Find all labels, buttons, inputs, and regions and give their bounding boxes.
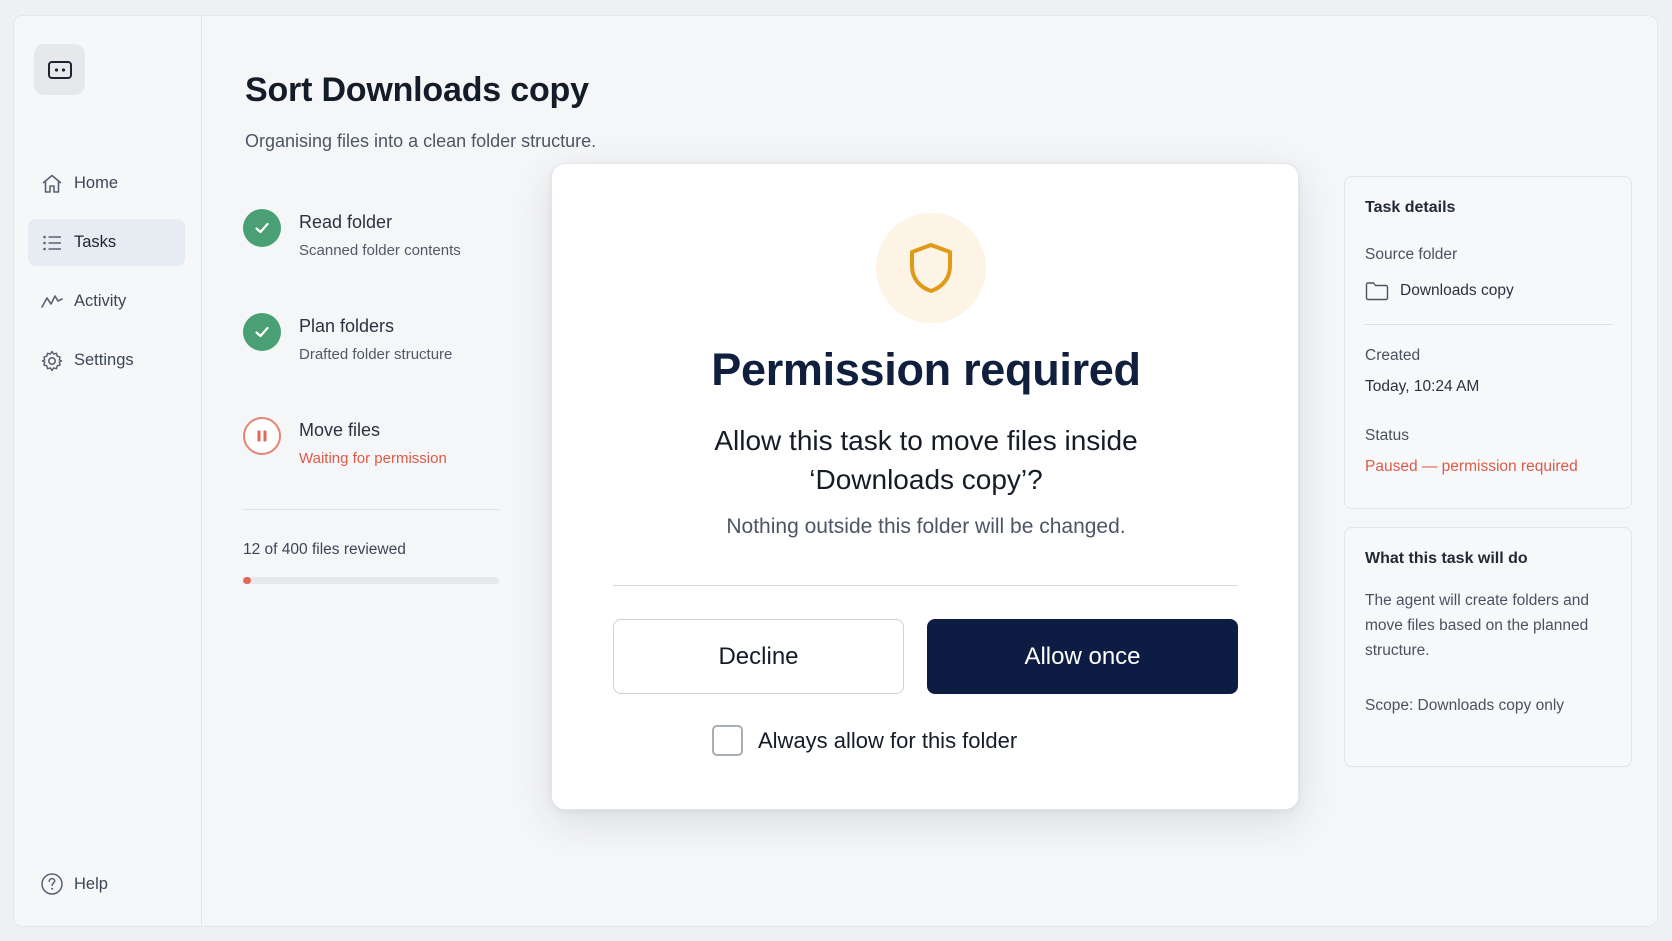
sidebar: Home Tasks Activity Settings Help [14, 16, 202, 926]
divider [613, 585, 1238, 586]
decline-button[interactable]: Decline [613, 619, 904, 694]
divider [1365, 324, 1613, 325]
pause-icon [257, 430, 267, 442]
step-label: Read folder [299, 212, 393, 232]
sidebar-item-tasks[interactable]: Tasks [28, 219, 185, 266]
task-steps: Read folder Scanned folder contents Plan… [243, 206, 501, 518]
created-label: Created [1365, 347, 1421, 364]
sidebar-item-settings[interactable]: Settings [28, 337, 185, 384]
dialog-body: Allow this task to move files inside ‘Do… [714, 425, 1138, 495]
task-description: The agent will create folders and move f… [1365, 592, 1590, 659]
sidebar-item-label: Tasks [74, 233, 117, 251]
status-value: Paused — permission required [1365, 458, 1578, 475]
source-folder-label: Source folder [1365, 246, 1458, 263]
shield-icon [910, 243, 952, 293]
activity-icon [41, 294, 63, 308]
help-button[interactable]: Help [40, 872, 108, 896]
source-folder-value: Downloads copy [1365, 281, 1514, 301]
shield-badge [876, 213, 986, 323]
created-value: Today, 10:24 AM [1365, 378, 1480, 395]
progress-bar-fill [243, 577, 251, 584]
page-subtitle: Organising files into a clean folder str… [245, 131, 597, 151]
source-folder-name: Downloads copy [1400, 282, 1514, 299]
step-status-paused [243, 417, 281, 455]
step-label: Plan folders [299, 316, 395, 336]
sidebar-item-label: Home [74, 174, 119, 192]
card-title: What this task will do [1365, 550, 1528, 567]
check-icon [255, 222, 269, 234]
app-logo[interactable] [34, 44, 85, 95]
check-icon [255, 326, 269, 338]
always-allow-label: Always allow for this folder [758, 727, 1018, 753]
progress-label: 12 of 400 files reviewed [243, 541, 406, 558]
sidebar-item-label: Activity [74, 292, 127, 310]
progress-bar [243, 577, 499, 584]
always-allow-checkbox[interactable] [712, 725, 743, 756]
dialog-title: Permission required [711, 344, 1141, 395]
sidebar-item-label: Settings [74, 351, 134, 369]
help-label: Help [74, 874, 108, 893]
status-label: Status [1365, 427, 1409, 444]
permission-dialog: Permission required Allow this task to m… [551, 163, 1299, 810]
app-logo-icon [47, 60, 72, 79]
home-icon [42, 174, 62, 193]
card-title: Task details [1365, 199, 1456, 216]
step-status-done [243, 209, 281, 247]
step-sub: Waiting for permission [299, 450, 447, 467]
always-allow-option[interactable]: Always allow for this folder [712, 725, 1017, 756]
list-icon [43, 235, 61, 250]
page-title: Sort Downloads copy [245, 71, 589, 109]
sidebar-item-home[interactable]: Home [28, 160, 185, 207]
step-read-folder: Read folder Scanned folder contents [243, 206, 501, 310]
folder-icon [1365, 282, 1389, 301]
sidebar-nav: Home Tasks Activity Settings [28, 160, 185, 396]
gear-icon [41, 350, 63, 371]
app-window: Home Tasks Activity Settings Help Sort D… [13, 15, 1658, 927]
sidebar-item-activity[interactable]: Activity [28, 278, 185, 325]
task-details-card: Task details Source folder Downloads cop… [1344, 176, 1632, 509]
task-scope-card: What this task will do The agent will cr… [1344, 527, 1632, 767]
help-icon [41, 873, 63, 895]
dialog-note: Nothing outside this folder will be chan… [726, 515, 1126, 538]
divider [243, 509, 499, 510]
allow-once-button[interactable]: Allow once [927, 619, 1238, 694]
step-move-files: Move files Waiting for permission [243, 414, 501, 518]
step-status-done [243, 313, 281, 351]
step-sub: Scanned folder contents [299, 242, 461, 259]
step-label: Move files [299, 420, 381, 440]
step-plan-folders: Plan folders Drafted folder structure [243, 310, 501, 414]
step-sub: Drafted folder structure [299, 346, 453, 363]
scope-text: Scope: Downloads copy only [1365, 697, 1565, 714]
